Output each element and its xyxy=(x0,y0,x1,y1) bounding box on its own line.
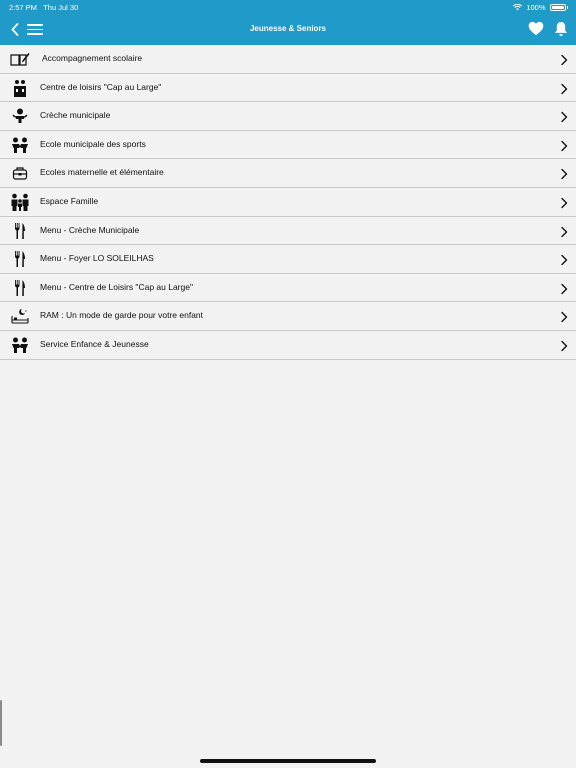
home-indicator[interactable] xyxy=(200,759,376,763)
chevron-right-icon xyxy=(560,282,568,294)
chevron-right-icon xyxy=(560,310,568,323)
menu-list: Accompagnement scolaire Centre de loisirs… xyxy=(0,45,576,360)
list-item-label: Menu - Centre de Loisirs "Cap au Large" xyxy=(40,281,193,292)
status-time-text: 2:57 PM xyxy=(9,3,37,12)
baby-icon xyxy=(10,108,30,124)
list-item-label: Accompagnement scolaire xyxy=(42,53,143,63)
night-bed-icon: z xyxy=(10,308,30,324)
page-title: Jeunesse & Seniors xyxy=(249,24,327,33)
battery-percent: 100% xyxy=(526,3,546,12)
list-item[interactable]: Service Enfance & Jeunesse xyxy=(0,330,576,360)
fork-knife-icon xyxy=(10,279,30,296)
chevron-right-icon xyxy=(560,253,568,266)
status-time: 2:57 PM Thu Jul 30 xyxy=(9,3,78,12)
heart-icon xyxy=(528,21,544,36)
chevron-right-icon xyxy=(560,110,568,123)
book-pen-icon xyxy=(10,51,30,67)
list-item-label: Crèche municipale xyxy=(40,110,111,121)
school-bag-icon xyxy=(10,165,30,181)
favorite-button[interactable] xyxy=(528,21,544,37)
list-item-label: Centre de loisirs "Cap au Large" xyxy=(40,81,162,92)
chevron-right-icon xyxy=(560,339,568,352)
list-item-label: Espace Famille xyxy=(40,195,99,206)
list-item[interactable]: Accompagnement scolaire xyxy=(0,45,576,74)
bell-icon xyxy=(555,22,567,36)
list-item[interactable]: Espace Famille xyxy=(0,187,576,217)
status-bar: 2:57 PM Thu Jul 30 100% xyxy=(0,3,576,15)
chevron-right-icon xyxy=(560,167,568,180)
notifications-button[interactable] xyxy=(554,21,569,37)
kids-icon xyxy=(10,337,30,353)
list-item[interactable]: Centre de loisirs "Cap au Large" xyxy=(0,73,576,103)
children-building-icon xyxy=(10,79,30,97)
list-item-label: RAM : Un mode de garde pour votre enfant xyxy=(40,310,204,321)
chevron-right-icon xyxy=(560,225,568,237)
kids-icon xyxy=(10,137,30,153)
list-item[interactable]: z RAM : Un mode de garde pour votre enfan… xyxy=(0,302,576,331)
list-item-label: Menu - Crèche Municipale xyxy=(40,224,140,235)
list-item[interactable]: Menu - Crèche Municipale xyxy=(0,216,576,246)
list-item[interactable]: Crèche municipale xyxy=(0,102,576,131)
list-item-label: Ecole municipale des sports xyxy=(40,138,146,149)
list-item[interactable]: Menu - Foyer LO SOLEILHAS xyxy=(0,245,576,274)
list-item-label: Ecoles maternelle et élémentaire xyxy=(40,167,164,178)
list-item[interactable]: Menu - Centre de Loisirs "Cap au Large" xyxy=(0,273,576,303)
wifi-icon xyxy=(513,4,523,11)
list-item-label: Menu - Foyer LO SOLEILHAS xyxy=(40,253,154,264)
battery-icon xyxy=(549,4,566,11)
app-header: 2:57 PM Thu Jul 30 100% Jeunesse & Senio… xyxy=(0,0,576,45)
side-handle[interactable] xyxy=(0,700,2,746)
chevron-right-icon xyxy=(560,82,568,94)
status-right: 100% xyxy=(513,3,568,12)
status-date: Thu Jul 30 xyxy=(43,3,79,12)
chevron-right-icon xyxy=(560,139,568,151)
svg-text:z: z xyxy=(25,309,27,313)
chevron-right-icon xyxy=(560,53,568,66)
fork-knife-icon xyxy=(10,222,30,239)
family-icon xyxy=(10,193,30,211)
list-item[interactable]: Ecoles maternelle et élémentaire xyxy=(0,159,576,188)
chevron-right-icon xyxy=(560,196,568,209)
list-item[interactable]: Ecole municipale des sports xyxy=(0,130,576,160)
list-item-label: Service Enfance & Jeunesse xyxy=(40,338,149,349)
battery-tip xyxy=(566,6,568,9)
fork-knife-icon xyxy=(10,251,30,268)
